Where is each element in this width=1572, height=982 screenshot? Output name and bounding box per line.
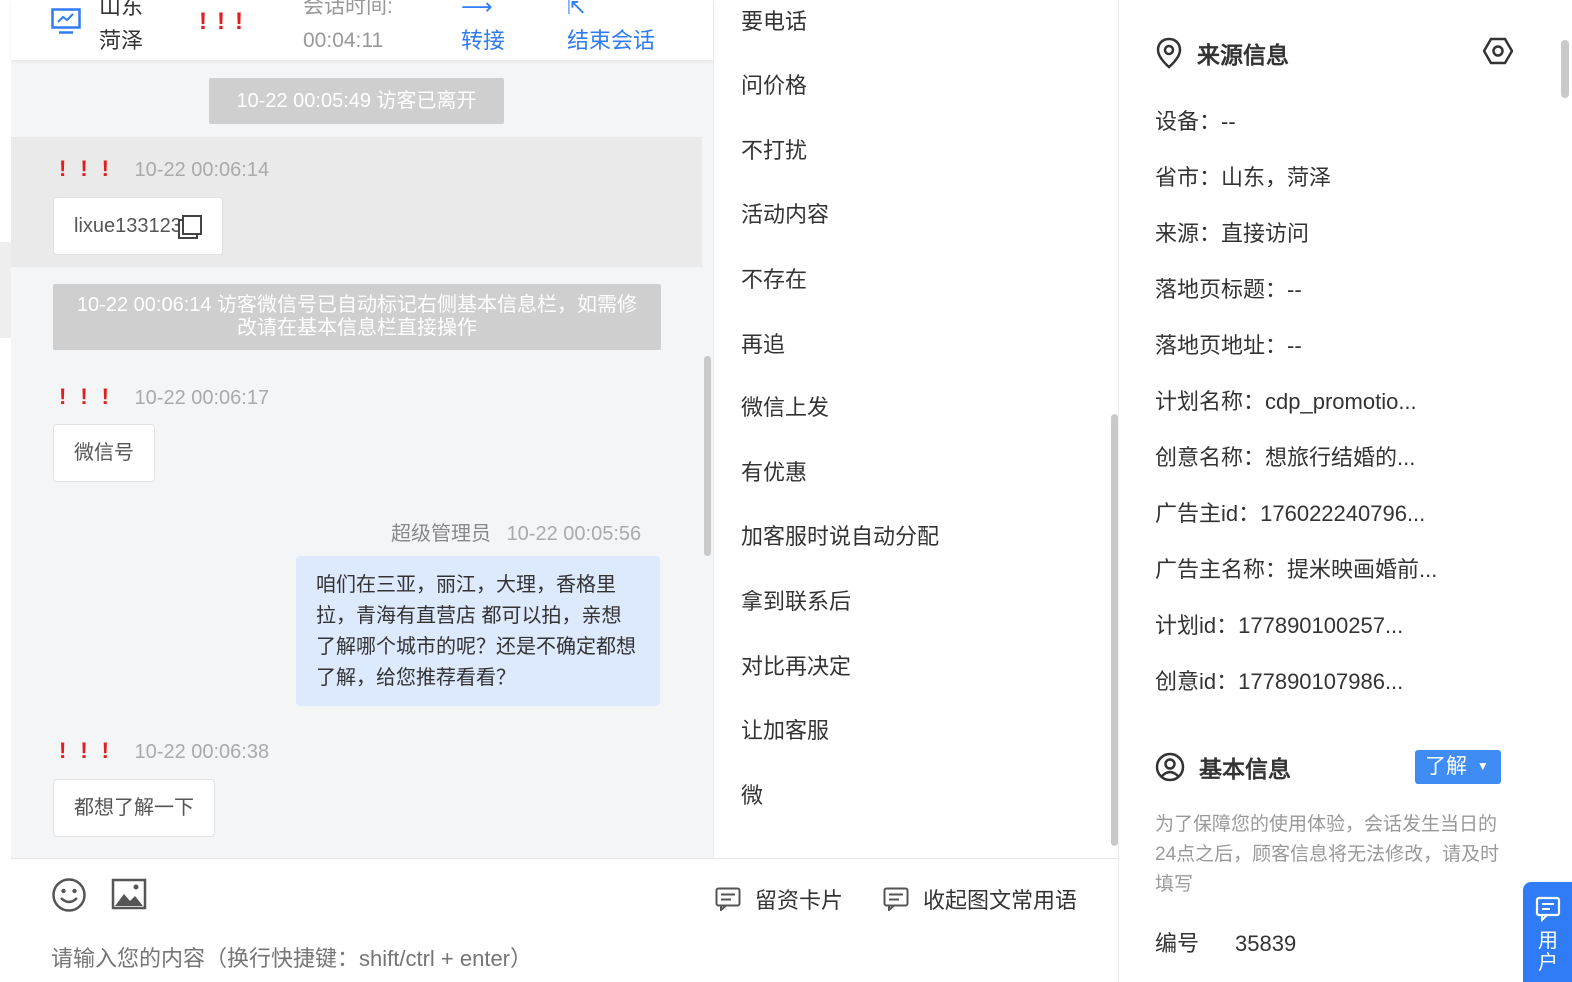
message-time: 10-22 00:06:17 (134, 387, 270, 409)
phrase-item[interactable]: 微信上发 (741, 390, 829, 422)
info-row-advertiser-name: 广告主名称：提米映画婚前... (1155, 557, 1438, 582)
info-row-landing-url: 落地页地址：-- (1155, 333, 1302, 358)
message-text: 微信号 (74, 442, 134, 464)
phrase-scrollbar[interactable] (1111, 414, 1118, 846)
system-message-wechat: 10-22 00:06:14 访客微信号已自动标记右侧基本信息栏，如需修改请在基… (53, 284, 661, 350)
phrase-item[interactable]: 不打扰 (741, 133, 807, 165)
incoming-message: lixue133123 (53, 197, 223, 255)
message-time: 10-22 00:06:14 (134, 159, 270, 181)
phrase-item[interactable]: 不存在 (741, 262, 807, 294)
intent-dropdown[interactable]: 了解 ▼ (1415, 750, 1501, 784)
info-row-device: 设备：-- (1155, 109, 1236, 134)
phrase-item[interactable]: 加客服时说自动分配 (741, 519, 939, 551)
chat-panel: 山东菏泽 !!! 会话时间: 00:04:11 ⟶ 转接 ⇱ 结束会话 10-2… (11, 0, 713, 982)
message-meta: !!! 10-22 00:06:17 (59, 384, 269, 410)
info-row-creative-name: 创意名称：想旅行结婚的... (1155, 445, 1416, 470)
system-message-left: 10-22 00:05:49 访客已离开 (209, 78, 504, 124)
settings-hex-icon[interactable] (1483, 36, 1513, 66)
chat-bubble-icon (1535, 896, 1561, 923)
outgoing-meta: 超级管理员 10-22 00:05:56 (391, 517, 641, 546)
info-row-id: 编号 35839 (1155, 931, 1297, 956)
session-time: 00:04:11 (303, 29, 384, 52)
incoming-message: 都想了解一下 (53, 779, 215, 837)
info-row-advertiser-id: 广告主id：176022240796... (1155, 501, 1426, 526)
priority-marks: !!! (59, 738, 123, 763)
lead-card-button[interactable]: 留资卡片 (715, 883, 843, 915)
message-text: 都想了解一下 (74, 797, 194, 819)
info-row-creative-id: 创意id：177890107986... (1155, 669, 1404, 694)
arrow-right-icon: ⟶ (461, 0, 493, 19)
user-side-tab[interactable]: 用户 (1523, 882, 1572, 982)
message-input[interactable] (51, 939, 811, 979)
phrase-item[interactable]: 有优惠 (741, 455, 807, 487)
end-session-button[interactable]: ⇱ 结束会话 (567, 0, 655, 58)
left-edge (0, 0, 11, 982)
source-info-title: 来源信息 (1155, 36, 1289, 70)
location-pin-icon (1156, 37, 1182, 69)
phrase-item[interactable]: 微 (741, 778, 763, 810)
outgoing-message: 咱们在三亚，丽江，大理，香格里拉，青海有直营店 都可以拍，亲想了解哪个城市的呢？… (296, 556, 660, 706)
phrase-item[interactable]: 问价格 (741, 68, 807, 100)
quick-phrase-panel: 要电话 问价格 不打扰 活动内容 不存在 再追 微信上发 有优惠 加客服时说自动… (713, 0, 1118, 858)
collapse-phrases-button[interactable]: 收起图文常用语 (883, 883, 1077, 915)
phrase-item[interactable]: 对比再决定 (741, 649, 851, 681)
info-row-region: 省市：山东，菏泽 (1155, 165, 1332, 190)
edit-notice: 为了保障您的使用体验，会话发生当日的24点之后，顾客信息将无法修改，请及时填写 (1155, 814, 1500, 895)
session-label: 会话时间: (303, 0, 393, 18)
composer: 留资卡片 收起图文常用语 (11, 858, 1119, 982)
phrase-item[interactable]: 再追 (741, 327, 785, 359)
comment-icon (883, 887, 909, 911)
phrase-item[interactable]: 拿到联系后 (741, 584, 851, 616)
message-time: 10-22 00:05:56 (506, 523, 642, 545)
info-row-plan-name: 计划名称：cdp_promotio... (1155, 389, 1417, 414)
info-row-plan-id: 计划id：177890100257... (1155, 613, 1404, 638)
message-meta: !!! 10-22 00:06:14 (59, 156, 269, 182)
info-panel: 来源信息 设备：-- 省市：山东，菏泽 来源：直接访问 落地页标题：-- 落地页… (1118, 0, 1572, 982)
chat-header: 山东菏泽 !!! 会话时间: 00:04:11 ⟶ 转接 ⇱ 结束会话 (11, 0, 713, 60)
image-icon[interactable] (111, 877, 147, 913)
visitor-name: 山东菏泽 (99, 0, 144, 53)
emoji-icon[interactable] (51, 877, 87, 913)
copy-icon[interactable] (181, 215, 202, 235)
phrase-item[interactable]: 活动内容 (741, 197, 829, 229)
incoming-message: 微信号 (53, 424, 155, 482)
sender-name: 超级管理员 (391, 523, 491, 545)
priority-marks: !!! (199, 8, 253, 35)
info-row-landing-title: 落地页标题：-- (1155, 277, 1302, 302)
user-circle-icon (1155, 752, 1185, 782)
message-text: lixue133123 (74, 215, 182, 237)
session-timer: 会话时间: 00:04:11 (303, 0, 443, 58)
chat-scrollbar[interactable] (704, 356, 711, 556)
info-row-source: 来源：直接访问 (1155, 221, 1310, 246)
left-collapse-handle[interactable] (0, 242, 11, 338)
priority-marks: !!! (59, 384, 123, 409)
monitor-icon (51, 8, 81, 34)
exit-icon: ⇱ (567, 0, 586, 19)
phrase-item[interactable]: 让加客服 (741, 713, 829, 745)
message-time: 10-22 00:06:38 (134, 741, 270, 763)
basic-info-title: 基本信息 (1155, 750, 1291, 784)
message-meta: !!! 10-22 00:06:38 (59, 738, 269, 764)
card-icon (715, 887, 741, 911)
phrase-item[interactable]: 要电话 (741, 4, 807, 36)
transfer-button[interactable]: ⟶ 转接 (461, 0, 505, 58)
info-scrollbar[interactable] (1561, 40, 1569, 98)
caret-down-icon: ▼ (1476, 759, 1489, 773)
user-tab-label: 用户 (1538, 930, 1558, 974)
priority-marks: !!! (59, 156, 123, 181)
